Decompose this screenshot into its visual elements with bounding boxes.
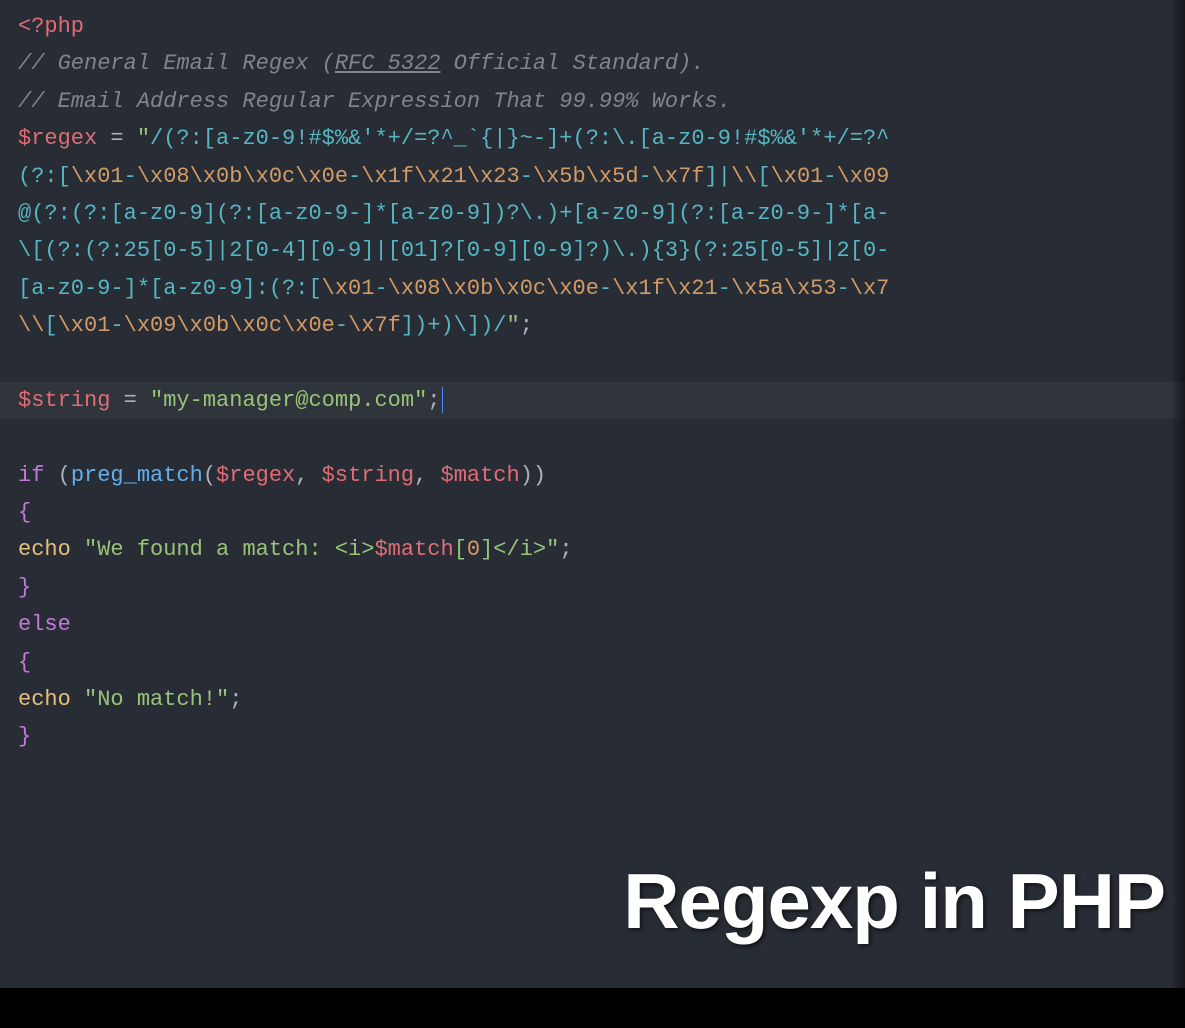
code-line: $regex = "/(?:[a-z0-9!#$%&'*+/=?^_`{|}~-… <box>18 120 1167 157</box>
code-line: // General Email Regex (RFC 5322 Officia… <box>18 45 1167 82</box>
comment-text: Official Standard). <box>440 51 704 76</box>
function-call: preg_match <box>71 463 203 488</box>
brace: { <box>18 500 31 525</box>
keyword-echo: echo <box>18 537 71 562</box>
string-literal: "No match!" <box>84 687 229 712</box>
code-line: <?php <box>18 8 1167 45</box>
regex-body: /(?:[a-z0-9!#$%&'*+/=?^_`{|}~-]+(?:\.[a-… <box>150 126 889 151</box>
code-line: } <box>18 569 1167 606</box>
operator: = <box>97 126 137 151</box>
code-line: echo "No match!"; <box>18 681 1167 718</box>
brace: } <box>18 724 31 749</box>
brace: } <box>18 575 31 600</box>
overlay-title: Regexp in PHP <box>623 835 1165 968</box>
php-open-tag: <?php <box>18 14 84 39</box>
code-line: else <box>18 606 1167 643</box>
string-literal: "my-manager@comp.com" <box>150 388 427 413</box>
comment-text: // Email Address Regular Expression That… <box>18 89 731 114</box>
variable: $string <box>18 388 110 413</box>
code-line-active: $string = "my-manager@comp.com"; <box>0 382 1185 419</box>
code-line-empty <box>18 419 1167 456</box>
regex-body: \[(?:(?:25[0-5]|2[0-4][0-9]|[01]?[0-9][0… <box>18 238 889 263</box>
code-editor[interactable]: <?php // General Email Regex (RFC 5322 O… <box>18 8 1167 756</box>
regex-body: (?:[ <box>18 164 71 189</box>
keyword-echo: echo <box>18 687 71 712</box>
escape-seq: \x01 <box>71 164 124 189</box>
comment-link: RFC 5322 <box>335 51 441 76</box>
variable: $regex <box>18 126 97 151</box>
shadow-decoration <box>1171 0 1185 1028</box>
brace: { <box>18 650 31 675</box>
code-line: (?:[\x01-\x08\x0b\x0c\x0e-\x1f\x21\x23-\… <box>18 158 1167 195</box>
regex-body: @(?:(?:[a-z0-9](?:[a-z0-9-]*[a-z0-9])?\.… <box>18 201 889 226</box>
code-line: [a-z0-9-]*[a-z0-9]:(?:[\x01-\x08\x0b\x0c… <box>18 270 1167 307</box>
code-line: { <box>18 494 1167 531</box>
code-line: \\[\x01-\x09\x0b\x0c\x0e-\x7f])+)\])/"; <box>18 307 1167 344</box>
code-line: @(?:(?:[a-z0-9](?:[a-z0-9-]*[a-z0-9])?\.… <box>18 195 1167 232</box>
keyword: if <box>18 463 44 488</box>
keyword: else <box>18 612 71 637</box>
code-line: if (preg_match($regex, $string, $match)) <box>18 457 1167 494</box>
code-line: echo "We found a match: <i>$match[0]</i>… <box>18 531 1167 568</box>
code-line: } <box>18 718 1167 755</box>
string-quote: " <box>137 126 150 151</box>
comment-text: // General Email Regex ( <box>18 51 335 76</box>
text-cursor <box>442 387 443 413</box>
code-line: // Email Address Regular Expression That… <box>18 83 1167 120</box>
code-line: { <box>18 644 1167 681</box>
code-line-empty <box>18 345 1167 382</box>
shadow-decoration <box>0 988 1185 1028</box>
regex-body: [a-z0-9-]*[a-z0-9]:(?:[ <box>18 276 322 301</box>
code-line: \[(?:(?:25[0-5]|2[0-4][0-9]|[01]?[0-9][0… <box>18 232 1167 269</box>
string-literal: "We found a match: <i> <box>84 537 374 562</box>
